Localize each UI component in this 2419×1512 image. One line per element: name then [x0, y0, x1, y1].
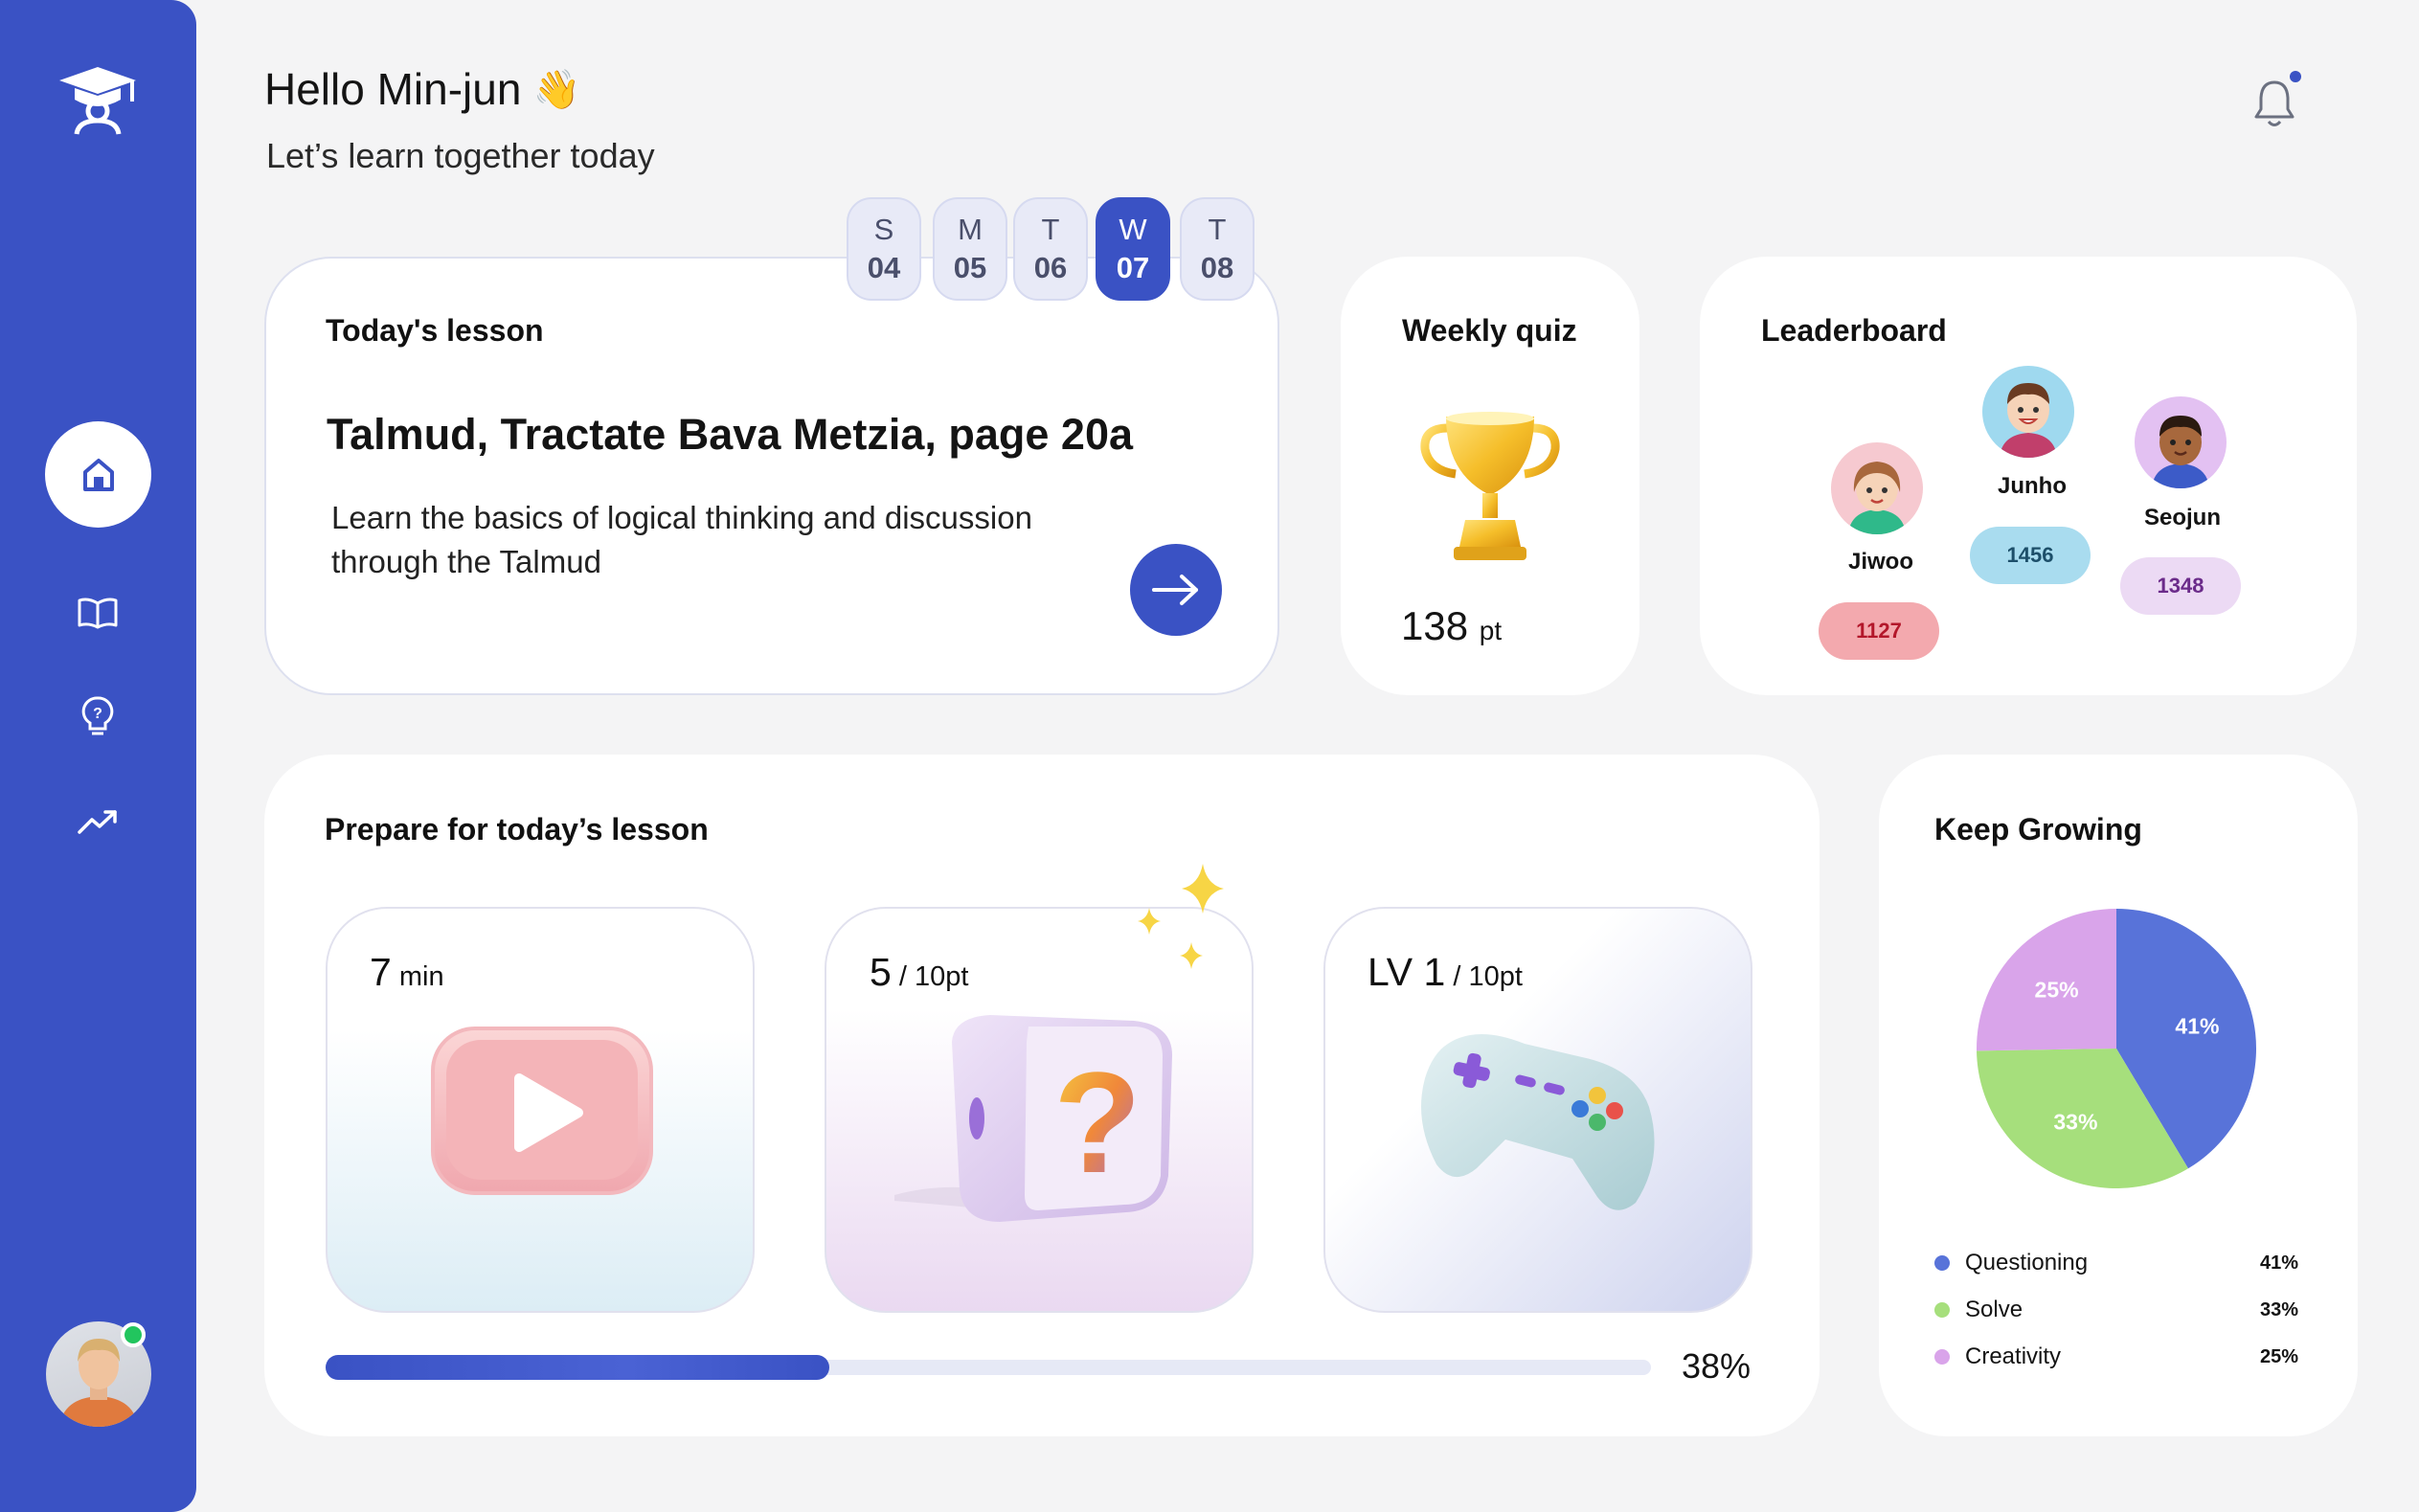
legend-label: Solve — [1965, 1297, 2023, 1322]
notification-bell-icon[interactable] — [2250, 77, 2298, 130]
day-wed[interactable]: W 07 — [1096, 197, 1170, 301]
legend-value: 41% — [2259, 1252, 2298, 1274]
day-letter: S — [873, 213, 894, 246]
legend-dot — [1934, 1255, 1950, 1271]
notification-dot — [2290, 71, 2301, 82]
todays-lesson-heading: Today's lesson — [326, 313, 544, 348]
game-level: LV 1 / 10pt — [1368, 950, 1523, 995]
pie-label-creativity: 25% — [2035, 978, 2079, 1003]
legend-creativity: Creativity 25% — [1934, 1338, 2298, 1376]
quiz-score-value: 5 — [870, 950, 892, 994]
player-name: Seojun — [2143, 505, 2221, 530]
svg-text:?: ? — [1053, 1042, 1142, 1203]
pie-label-questioning: 41% — [2175, 1014, 2219, 1039]
player-score: 1348 — [2120, 557, 2241, 615]
legend-dot — [1934, 1302, 1950, 1318]
svg-text:?: ? — [93, 706, 102, 722]
progress-percent: 38% — [1682, 1346, 1752, 1386]
game-controller-icon — [1410, 1015, 1678, 1254]
player-score: 1456 — [1970, 527, 2091, 584]
prepare-heading: Prepare for today’s lesson — [325, 812, 709, 846]
trophy-icon — [1417, 407, 1563, 565]
legend-value: 25% — [2259, 1345, 2298, 1367]
player-name: Junho — [1998, 473, 2067, 499]
quiz-points-value: 138 — [1401, 603, 1469, 648]
day-letter: M — [958, 213, 983, 246]
lightbulb-icon: ? — [81, 696, 114, 735]
legend-value: 33% — [2259, 1298, 2298, 1320]
player-name: Jiwoo — [1847, 549, 1913, 575]
online-status-dot — [121, 1322, 146, 1347]
progress-fill — [326, 1355, 829, 1380]
trending-up-icon — [78, 810, 117, 834]
arrow-right-icon — [1152, 575, 1198, 605]
nav-home[interactable] — [45, 421, 151, 528]
day-letter: W — [1119, 213, 1147, 246]
legend-label: Creativity — [1965, 1343, 2062, 1369]
day-mon[interactable]: M 05 — [933, 197, 1007, 301]
avatar-seojun — [2135, 396, 2227, 488]
lesson-description: Learn the basics of logical thinking and… — [331, 500, 1032, 579]
quiz-score-unit: / 10pt — [891, 961, 969, 992]
nav-progress[interactable] — [69, 793, 126, 850]
day-letter: T — [1208, 213, 1227, 246]
quiz-score: 5 / 10pt — [870, 950, 968, 995]
player-score: 1127 — [1819, 602, 1939, 660]
home-icon — [82, 458, 114, 491]
sparkle-icon — [1130, 862, 1226, 977]
day-tue[interactable]: T 06 — [1013, 197, 1088, 301]
nav-lessons[interactable] — [69, 584, 126, 642]
video-duration: 7 min — [370, 950, 444, 995]
legend-questioning: Questioning 41% — [1934, 1244, 2298, 1282]
game-level-value: LV 1 — [1368, 950, 1446, 994]
weekly-quiz-heading: Weekly quiz — [1402, 313, 1577, 348]
day-number: 05 — [953, 251, 987, 284]
greeting-text: Hello Min-jun — [264, 64, 522, 114]
start-lesson-button[interactable] — [1130, 544, 1222, 636]
video-duration-unit: min — [391, 961, 444, 992]
quiz-points: 138 pt — [1401, 603, 1502, 649]
video-duration-value: 7 — [370, 950, 392, 994]
day-number: 04 — [867, 251, 901, 284]
day-thu[interactable]: T 08 — [1180, 197, 1255, 301]
day-sun[interactable]: S 04 — [847, 197, 921, 301]
pie-label-solve: 33% — [2053, 1110, 2097, 1135]
mystery-box-icon: ? — [885, 1013, 1191, 1233]
sub-greeting: Let’s learn together today — [266, 136, 655, 175]
leaderboard-heading: Leaderboard — [1761, 313, 1947, 348]
book-icon — [78, 598, 118, 629]
day-letter: T — [1041, 213, 1060, 246]
legend-label: Questioning — [1965, 1250, 2089, 1275]
game-level-unit: / 10pt — [1445, 961, 1523, 992]
day-number: 08 — [1200, 251, 1234, 284]
nav-ideas[interactable]: ? — [69, 688, 126, 745]
day-number: 06 — [1033, 251, 1068, 284]
growth-pie-chart: 41% 33% 25% — [1977, 909, 2256, 1188]
avatar-jiwoo — [1831, 442, 1923, 534]
wave-icon: 👋 — [532, 68, 581, 111]
avatar-junho — [1982, 366, 2074, 458]
video-play-icon — [427, 1021, 657, 1245]
lesson-title: Talmud, Tractate Bava Metzia, page 20a — [327, 410, 1133, 459]
keep-growing-heading: Keep Growing — [1934, 812, 2142, 846]
logo-icon[interactable] — [56, 59, 140, 136]
sidebar — [0, 0, 196, 1512]
legend-solve: Solve 33% — [1934, 1291, 2298, 1329]
day-number: 07 — [1116, 251, 1150, 284]
greeting: Hello Min-jun 👋 — [264, 63, 580, 115]
quiz-points-unit: pt — [1479, 616, 1503, 645]
legend-dot — [1934, 1349, 1950, 1365]
